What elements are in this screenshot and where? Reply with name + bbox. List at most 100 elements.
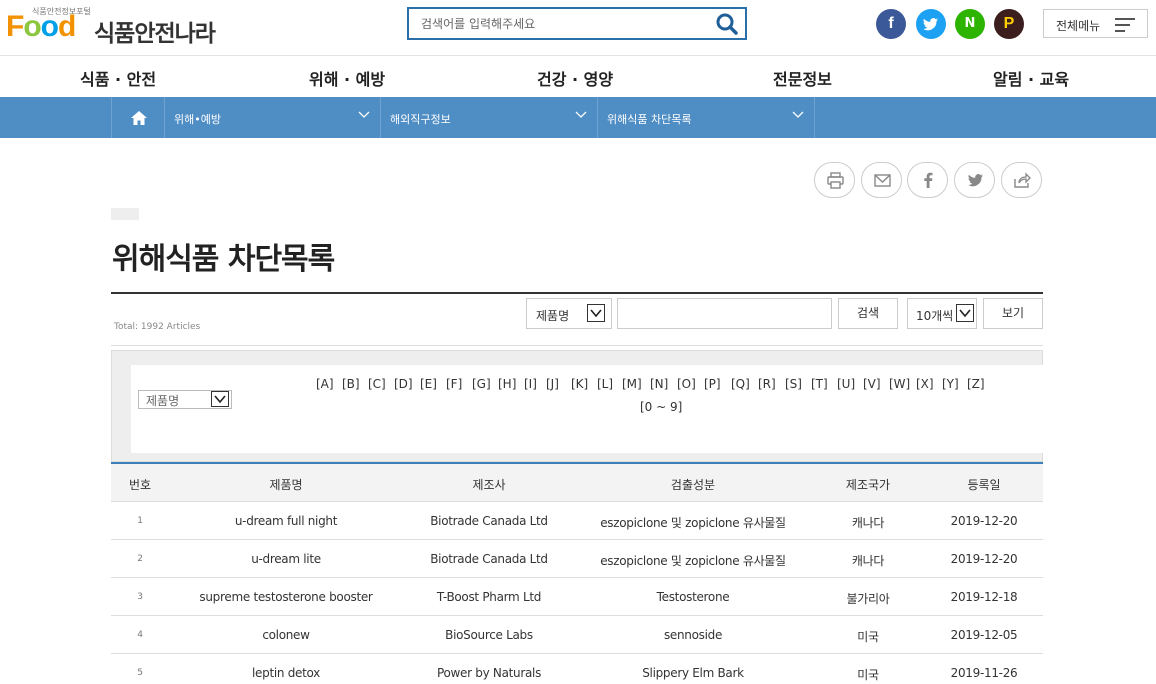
share-icon <box>1014 172 1031 188</box>
chevron-down-icon <box>792 111 804 118</box>
alphabet-link[interactable]: [X] <box>916 377 934 391</box>
alphabet-link[interactable]: [R] <box>758 377 776 391</box>
nav-item-hazard-prevention[interactable]: 위해 · 예방 <box>309 66 385 90</box>
alphabet-field-select[interactable]: 제품명 <box>138 390 232 409</box>
row-product-name[interactable]: u-dream full night <box>235 514 338 528</box>
facebook-icon[interactable]: f <box>876 9 906 39</box>
alphabet-link[interactable]: [J] <box>546 377 559 391</box>
alphabet-link[interactable]: [I] <box>524 377 537 391</box>
row-date: 2019-12-05 <box>950 628 1018 642</box>
alphabet-link[interactable]: [G] <box>472 377 491 391</box>
toolbar-divider <box>111 345 1043 346</box>
row-manufacturer: Biotrade Canada Ltd <box>430 552 548 566</box>
alphabet-link[interactable]: [O] <box>677 377 696 391</box>
alphabet-link[interactable]: [H] <box>498 377 516 391</box>
alphabet-link[interactable]: [T] <box>811 377 828 391</box>
row-date: 2019-12-18 <box>950 590 1018 604</box>
alphabet-link[interactable]: [F] <box>446 377 462 391</box>
alphabet-link[interactable]: [V] <box>863 377 881 391</box>
chevron-down-icon <box>358 111 370 118</box>
alphabet-link[interactable]: [Z] <box>967 377 985 391</box>
row-manufacturer: Biotrade Canada Ltd <box>430 514 548 528</box>
alphabet-link[interactable]: [W] <box>889 377 910 391</box>
alphabet-link[interactable]: [M] <box>622 377 642 391</box>
row-number: 1 <box>137 516 143 526</box>
row-country: 캐나다 <box>851 554 885 568</box>
row-product-name[interactable]: leptin detox <box>252 666 320 680</box>
search-keyword-input[interactable] <box>617 298 832 329</box>
location-depth2[interactable]: 해외직구정보 <box>381 97 598 138</box>
table-row[interactable]: 2 u-dream lite Biotrade Canada Ltd eszopicl… <box>111 540 1043 578</box>
share-button[interactable] <box>1001 162 1042 198</box>
alphabet-link[interactable]: [K] <box>571 377 588 391</box>
twitter-icon[interactable] <box>916 9 946 39</box>
table-row[interactable]: 4 colonew BioSource Labs sennoside 미국 2019-12… <box>111 616 1043 654</box>
table-row[interactable]: 1 u-dream full night Biotrade Canada Ltd es… <box>111 502 1043 540</box>
location-bar: 위해•예방 해외직구정보 위해식품 차단목록 <box>0 97 1156 138</box>
print-button[interactable] <box>814 162 855 198</box>
search-input[interactable] <box>421 15 701 33</box>
twitter-share-button[interactable] <box>954 162 995 198</box>
search-button[interactable] <box>715 13 739 35</box>
alphabet-link[interactable]: [Q] <box>731 377 750 391</box>
row-ingredient: sennoside <box>663 628 723 642</box>
twitter-icon <box>968 174 983 187</box>
row-product-name[interactable]: supreme testosterone booster <box>199 590 372 604</box>
nav-item-food-safety[interactable]: 식품 · 안전 <box>80 66 156 90</box>
col-header-number: 번호 <box>128 478 152 492</box>
row-manufacturer: Power by Naturals <box>436 666 542 680</box>
page-title: 위해식품 차단목록 <box>112 242 335 277</box>
alphabet-link[interactable]: [D] <box>394 377 413 391</box>
row-product-name[interactable]: u-dream lite <box>251 552 321 566</box>
alphabet-filter-inner: 제품명 [A] [B] [C] [D] [E] [F] [G] [H] [I] [J] [K] [L]… <box>131 365 1043 453</box>
nav-item-news-education[interactable]: 알림 · 교육 <box>993 66 1069 90</box>
alphabet-link[interactable]: [A] <box>316 377 334 391</box>
facebook-icon <box>924 172 933 188</box>
naver-blog-icon[interactable]: N <box>955 9 985 39</box>
home-button[interactable] <box>111 97 165 138</box>
all-menu-button[interactable]: 전체메뉴 <box>1043 9 1148 38</box>
col-header-date: 등록일 <box>967 478 1001 492</box>
mail-icon <box>874 174 891 187</box>
table-row[interactable]: 3 supreme testosterone booster T-Boost Pha… <box>111 578 1043 616</box>
location-depth1[interactable]: 위해•예방 <box>165 97 381 138</box>
location-depth1-label: 위해•예방 <box>174 113 221 126</box>
row-ingredient: eszopiclone 및 zopiclone 유사물질 <box>600 516 786 530</box>
page-size-select[interactable]: 10개씩 <box>907 298 977 329</box>
view-button[interactable]: 보기 <box>983 298 1043 329</box>
page-size-select-value: 10개씩 <box>916 309 954 323</box>
row-product-name[interactable]: colonew <box>262 628 310 642</box>
alphabet-link[interactable]: [B] <box>342 377 360 391</box>
digit-range-link[interactable]: [0 ~ 9] <box>640 400 682 414</box>
chevron-down-icon <box>575 111 587 118</box>
search-field-select[interactable]: 제품명 <box>526 298 612 329</box>
alphabet-link[interactable]: [N] <box>650 377 668 391</box>
site-header: 식품안전정보포털 Food 식품안전나라 f N P 전체메뉴 <box>0 0 1156 56</box>
row-manufacturer: T-Boost Pharm Ltd <box>436 590 542 604</box>
alphabet-link[interactable]: [U] <box>837 377 855 391</box>
col-header-country: 제조국가 <box>845 478 891 492</box>
facebook-share-button[interactable] <box>907 162 948 198</box>
nav-item-expert-info[interactable]: 전문정보 <box>773 66 832 90</box>
total-count: Total: 1992 Articles <box>114 322 201 332</box>
row-country: 미국 <box>857 668 879 682</box>
alphabet-link[interactable]: [S] <box>785 377 802 391</box>
alphabet-link[interactable]: [Y] <box>942 377 959 391</box>
col-header-product: 제품명 <box>269 478 303 492</box>
title-divider <box>111 292 1043 294</box>
nav-item-health-nutrition[interactable]: 건강 · 영양 <box>537 66 613 90</box>
alphabet-link[interactable]: [E] <box>420 377 437 391</box>
table-row[interactable]: 5 leptin detox Power by Naturals Slippery E… <box>111 654 1043 684</box>
alphabet-link[interactable]: [L] <box>597 377 613 391</box>
alphabet-link[interactable]: [C] <box>368 377 386 391</box>
print-icon <box>827 172 844 189</box>
location-depth3[interactable]: 위해식품 차단목록 <box>598 97 815 138</box>
row-date: 2019-11-26 <box>950 666 1018 680</box>
email-share-button[interactable] <box>861 162 902 198</box>
table-header: 번호 제품명 제조사 검출성분 제조국가 등록일 <box>111 462 1043 502</box>
alphabet-link[interactable]: [P] <box>704 377 721 391</box>
kakao-page-icon[interactable]: P <box>994 9 1024 39</box>
search-submit-button[interactable]: 검색 <box>838 298 898 329</box>
chevron-down-icon <box>211 391 229 407</box>
breadcrumb-placeholder <box>111 208 139 220</box>
